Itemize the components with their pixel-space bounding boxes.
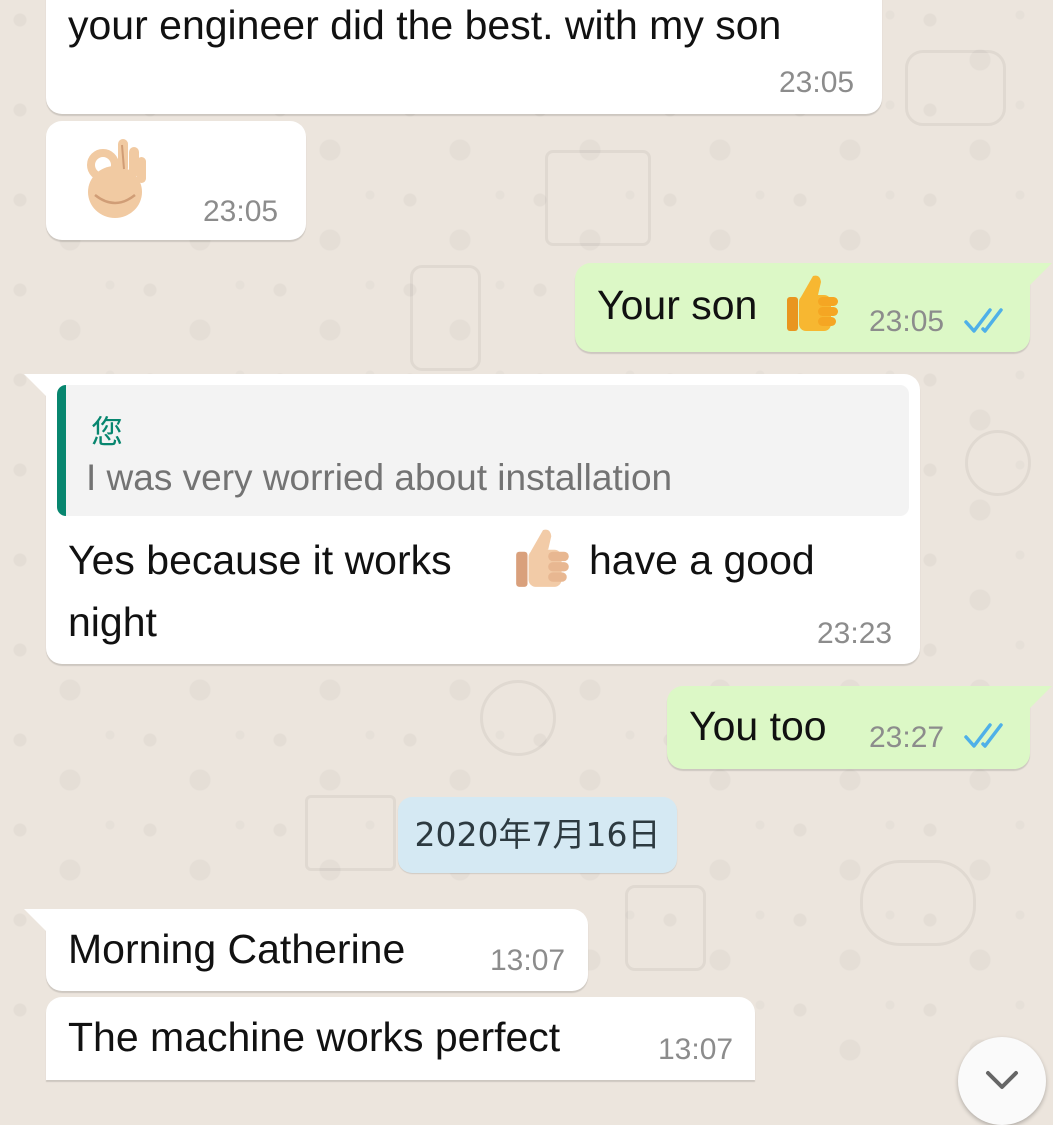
message-text: Morning Catherine bbox=[68, 926, 406, 972]
wallpaper-doodle bbox=[625, 885, 706, 971]
message-bubble-outgoing[interactable]: You too 23:27 bbox=[667, 686, 1052, 769]
message-text: Yes because it works bbox=[68, 537, 452, 583]
read-receipt-ticks-icon bbox=[964, 723, 1003, 748]
message-time: 13:07 bbox=[490, 944, 566, 977]
message-bubble-incoming[interactable]: 23:05 bbox=[46, 121, 306, 240]
wallpaper-doodle bbox=[860, 860, 976, 946]
ok-hand-emoji-icon bbox=[87, 139, 146, 218]
reply-author: 您 bbox=[91, 413, 124, 451]
reply-quote[interactable]: 您 I was very worried about installation bbox=[57, 385, 909, 516]
wallpaper-doodle bbox=[545, 150, 651, 246]
message-bubble-incoming[interactable]: your engineer did the best. with my son … bbox=[46, 0, 882, 114]
read-receipt-ticks-icon bbox=[964, 308, 1003, 333]
message-text: have a good bbox=[589, 537, 815, 583]
date-separator: 2020年7月16日 bbox=[398, 797, 677, 873]
wallpaper-doodle bbox=[305, 795, 396, 871]
wallpaper-doodle bbox=[480, 680, 556, 756]
thumbs-up-emoji-icon bbox=[516, 529, 569, 587]
wallpaper-doodle bbox=[410, 265, 481, 371]
message-bubble-incoming[interactable]: Morning Catherine 13:07 bbox=[24, 909, 588, 991]
message-text: The machine works perfect bbox=[68, 1014, 561, 1060]
message-text: Your son bbox=[597, 282, 758, 328]
message-bubble-outgoing[interactable]: Your son 23:05 bbox=[575, 263, 1052, 352]
message-time: 23:23 bbox=[817, 617, 893, 650]
reply-text: I was very worried about installation bbox=[86, 457, 673, 498]
thumbs-up-emoji-icon bbox=[787, 275, 838, 331]
message-time: 23:27 bbox=[869, 721, 945, 754]
message-text: You too bbox=[689, 703, 827, 749]
message-text: night bbox=[68, 599, 157, 645]
message-time: 23:05 bbox=[869, 305, 945, 338]
wallpaper-doodle bbox=[965, 430, 1031, 496]
wallpaper-doodle bbox=[905, 50, 1006, 126]
message-text: your engineer did the best. with my son bbox=[68, 2, 782, 48]
scroll-to-bottom-button[interactable] bbox=[958, 1037, 1046, 1125]
message-time: 13:07 bbox=[658, 1033, 734, 1066]
message-time: 23:05 bbox=[779, 66, 855, 99]
chevron-down-icon bbox=[986, 1071, 1018, 1089]
message-time: 23:05 bbox=[203, 195, 279, 228]
message-bubble-incoming[interactable]: The machine works perfect 13:07 bbox=[46, 997, 755, 1080]
message-bubble-incoming[interactable]: 您 I was very worried about installation … bbox=[24, 374, 920, 664]
